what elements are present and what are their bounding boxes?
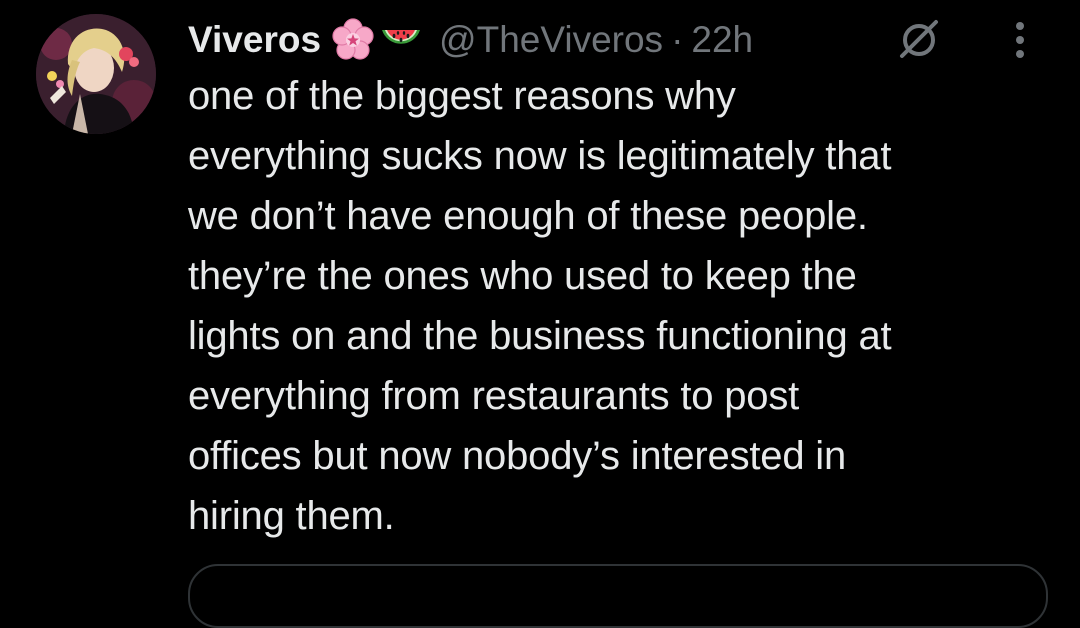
separator-dot: · [671, 19, 684, 60]
handle[interactable]: @TheViveros [439, 19, 663, 61]
avatar[interactable] [36, 14, 156, 134]
timestamp[interactable]: 22h [691, 19, 753, 61]
more-options-icon[interactable] [1000, 14, 1040, 64]
tweet[interactable]: Viveros @TheViveros · 22h one of the big… [0, 0, 1080, 628]
mute-icon[interactable] [896, 16, 942, 62]
watermelon-icon [379, 18, 423, 62]
display-name[interactable]: Viveros [188, 19, 321, 61]
avatar-image [36, 14, 156, 134]
tweet-header: Viveros @TheViveros · 22h [188, 12, 753, 68]
tweet-text: one of the biggest reasons why everythin… [188, 74, 892, 538]
cherry-blossom-icon [331, 18, 375, 62]
quote-card[interactable] [188, 564, 1048, 628]
